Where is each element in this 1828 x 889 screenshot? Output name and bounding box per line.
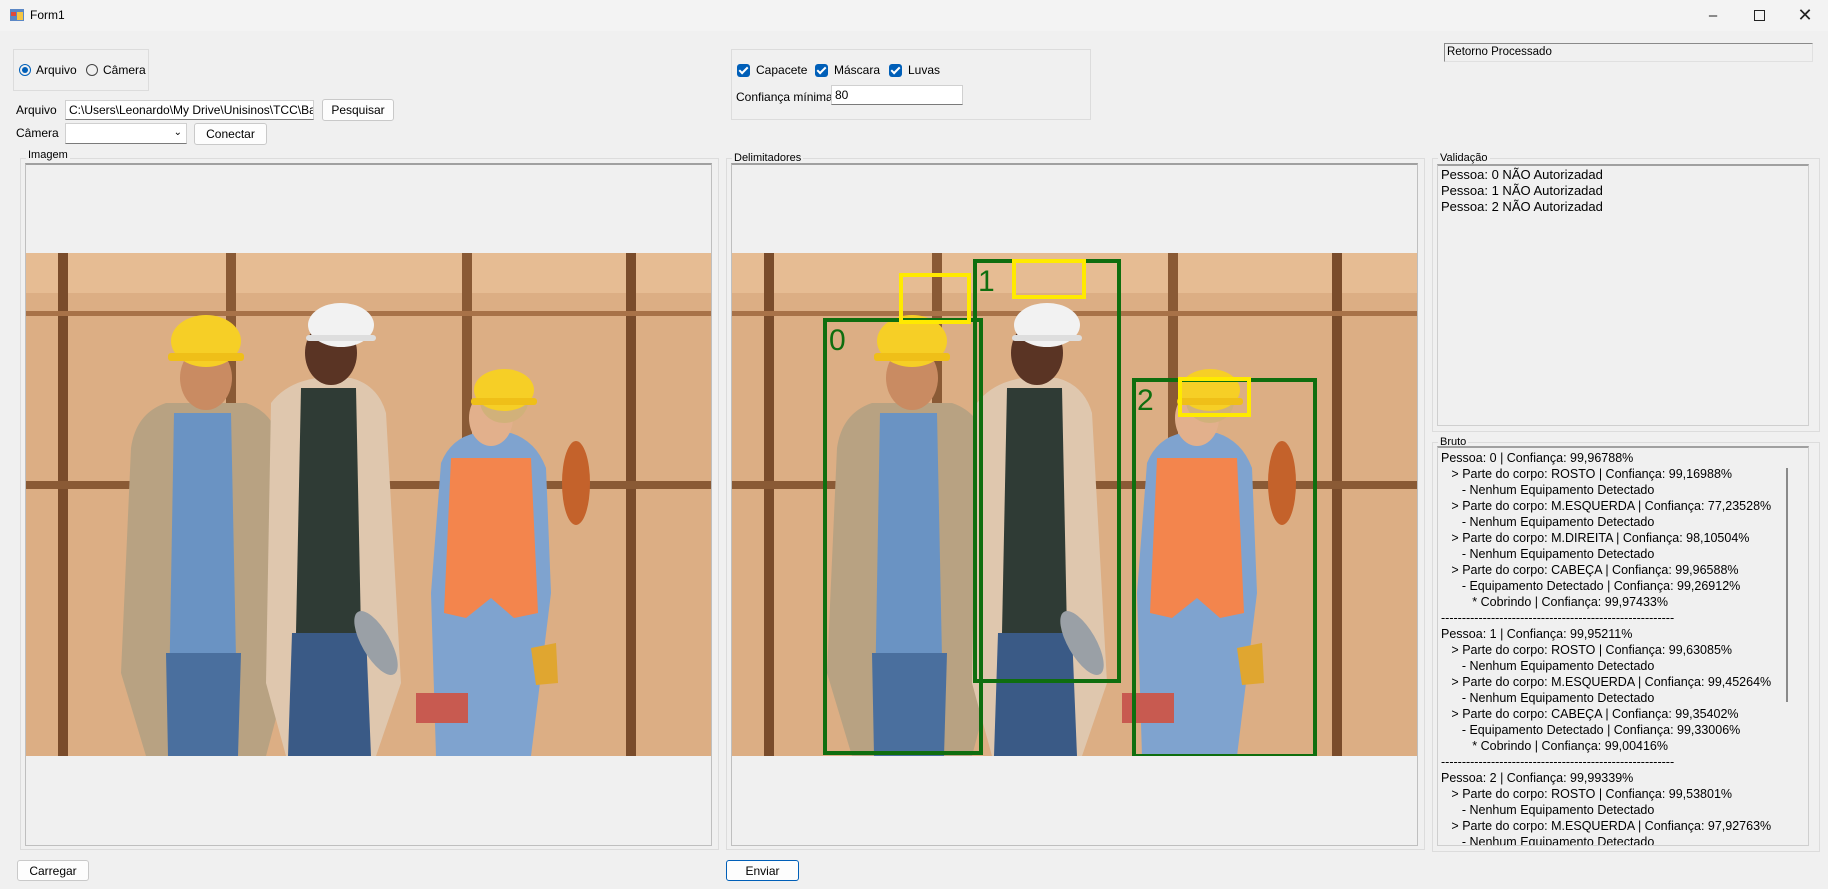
validation-list[interactable]: Pessoa: 0 NÃO Autorizadad Pessoa: 1 NÃO … — [1437, 164, 1809, 426]
raw-line: > Parte do corpo: ROSTO | Confiança: 99,… — [1441, 787, 1733, 801]
checkbox-checked-icon[interactable] — [815, 63, 828, 77]
file-path-input[interactable]: C:\Users\Leonardo\My Drive\Unisinos\TCC\… — [65, 100, 314, 120]
raw-line: - Nenhum Equipamento Detectado — [1441, 803, 1655, 817]
raw-lines: Pessoa: 0 | Confiança: 99,96788% > Parte… — [1441, 450, 1805, 846]
raw-line: > Parte do corpo: M.ESQUERDA | Confiança… — [1441, 675, 1772, 689]
person-id-label: 0 — [829, 324, 846, 357]
check-luvas[interactable]: Luvas — [889, 63, 940, 77]
status-box: Retorno Processado — [1444, 43, 1813, 62]
minimize-icon[interactable]: – — [1690, 0, 1736, 31]
raw-line: * Cobrindo | Confiança: 99,00416% — [1441, 739, 1668, 753]
search-button[interactable]: Pesquisar — [322, 99, 394, 121]
raw-line: - Nenhum Equipamento Detectado — [1441, 835, 1655, 846]
list-item: Pessoa: 0 NÃO Autorizadad — [1441, 167, 1603, 182]
raw-line: > Parte do corpo: ROSTO | Confiança: 99,… — [1441, 467, 1733, 481]
radio-arquivo[interactable]: Arquivo — [19, 63, 77, 77]
window-title: Form1 — [30, 8, 65, 22]
raw-line: - Nenhum Equipamento Detectado — [1441, 483, 1655, 497]
check-luvas-label: Luvas — [908, 63, 941, 77]
raw-line: - Nenhum Equipamento Detectado — [1441, 547, 1655, 561]
person-id-label: 2 — [1137, 384, 1154, 417]
check-mascara[interactable]: Máscara — [815, 63, 880, 77]
app-icon — [10, 9, 24, 21]
title-bar — [0, 0, 1828, 31]
radio-camera[interactable]: Câmera — [86, 63, 146, 77]
raw-text[interactable]: Pessoa: 0 | Confiança: 99,96788% > Parte… — [1437, 446, 1809, 846]
check-mascara-label: Máscara — [834, 63, 881, 77]
list-item: Pessoa: 1 NÃO Autorizadad — [1441, 183, 1603, 198]
min-confidence-label: Confiança mínima — [736, 90, 833, 104]
validation-panel-label: Validação — [1438, 152, 1490, 164]
min-confidence-input[interactable]: 80 — [831, 85, 963, 105]
scrollbar-thumb[interactable] — [1786, 468, 1788, 702]
detections-image: 0 1 2 — [732, 253, 1417, 756]
close-icon[interactable]: ✕ — [1782, 0, 1828, 31]
raw-line: - Nenhum Equipamento Detectado — [1441, 515, 1655, 529]
raw-line: > Parte do corpo: CABEÇA | Confiança: 99… — [1441, 563, 1739, 577]
raw-line: ----------------------------------------… — [1441, 611, 1675, 625]
raw-line: Pessoa: 2 | Confiança: 99,99339% — [1441, 771, 1634, 785]
raw-line: > Parte do corpo: ROSTO | Confiança: 99,… — [1441, 643, 1733, 657]
raw-line: > Parte do corpo: M.ESQUERDA | Confiança… — [1441, 499, 1772, 513]
raw-line: Pessoa: 0 | Confiança: 99,96788% — [1441, 451, 1634, 465]
radio-arquivo-label: Arquivo — [36, 63, 77, 77]
source-image — [26, 253, 711, 756]
check-capacete[interactable]: Capacete — [737, 63, 807, 77]
load-button[interactable]: Carregar — [17, 860, 89, 881]
raw-line: ----------------------------------------… — [1441, 755, 1675, 769]
camera-label: Câmera — [16, 126, 59, 140]
checkbox-checked-icon[interactable] — [737, 63, 750, 77]
raw-line: - Nenhum Equipamento Detectado — [1441, 659, 1655, 673]
raw-line: Pessoa: 1 | Confiança: 99,95211% — [1441, 627, 1633, 641]
camera-select[interactable]: ⌄ — [65, 123, 187, 144]
send-button[interactable]: Enviar — [726, 860, 799, 881]
raw-line: > Parte do corpo: CABEÇA | Confiança: 99… — [1441, 707, 1739, 721]
radio-on-icon[interactable] — [19, 64, 31, 76]
image-panel-label: Imagem — [26, 149, 70, 161]
person-id-label: 1 — [978, 265, 995, 298]
check-capacete-label: Capacete — [756, 63, 808, 77]
raw-line: > Parte do corpo: M.ESQUERDA | Confiança… — [1441, 819, 1772, 833]
radio-camera-label: Câmera — [103, 63, 146, 77]
connect-button[interactable]: Conectar — [194, 123, 267, 145]
chevron-down-icon: ⌄ — [173, 127, 182, 138]
file-label: Arquivo — [16, 103, 57, 117]
raw-line: - Nenhum Equipamento Detectado — [1441, 691, 1655, 705]
radio-off-icon[interactable] — [86, 64, 98, 76]
raw-line: - Equipamento Detectado | Confiança: 99,… — [1441, 579, 1741, 593]
raw-line: - Equipamento Detectado | Confiança: 99,… — [1441, 723, 1741, 737]
raw-line: > Parte do corpo: M.DIREITA | Confiança:… — [1441, 531, 1750, 545]
maximize-icon[interactable] — [1736, 0, 1782, 31]
raw-line: * Cobrindo | Confiança: 99,97433% — [1441, 595, 1668, 609]
checkbox-checked-icon[interactable] — [889, 63, 902, 77]
list-item: Pessoa: 2 NÃO Autorizadad — [1441, 199, 1603, 214]
